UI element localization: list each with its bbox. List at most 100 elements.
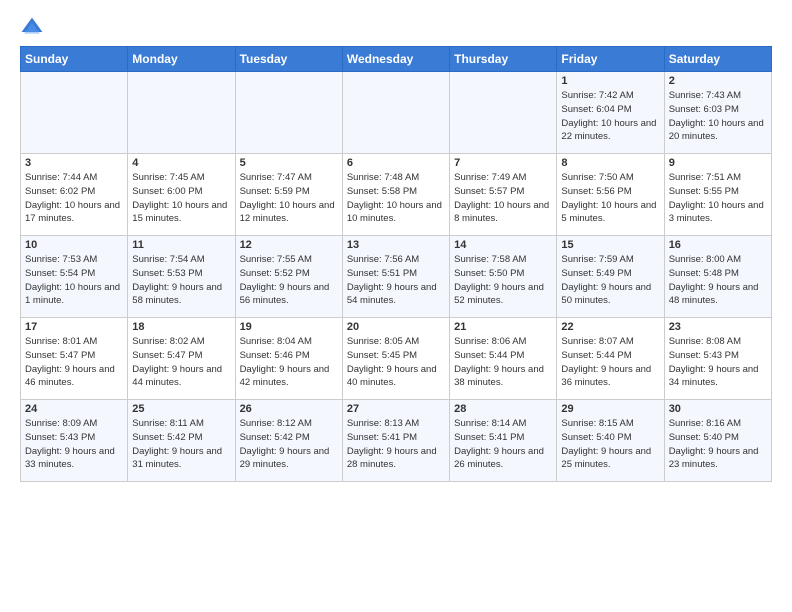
day-number: 11 <box>132 239 230 251</box>
day-info: Sunrise: 7:42 AM Sunset: 6:04 PM Dayligh… <box>561 89 659 144</box>
day-number: 22 <box>561 321 659 333</box>
calendar-cell <box>235 72 342 154</box>
calendar-cell: 23Sunrise: 8:08 AM Sunset: 5:43 PM Dayli… <box>664 318 771 400</box>
day-number: 18 <box>132 321 230 333</box>
calendar-cell: 1Sunrise: 7:42 AM Sunset: 6:04 PM Daylig… <box>557 72 664 154</box>
calendar-cell: 14 Sunrise: 7:58 AM Sunset: 5:50 PM Dayli… <box>450 236 557 318</box>
calendar-cell <box>128 72 235 154</box>
calendar-cell: 4 Sunrise: 7:45 AM Sunset: 6:00 PM Daylig… <box>128 154 235 236</box>
day-info: Sunrise: 7:54 AM Sunset: 5:53 PM Dayligh… <box>132 253 230 308</box>
week-row-1: 3 Sunrise: 7:44 AM Sunset: 6:02 PM Daylig… <box>21 154 772 236</box>
day-number: 25 <box>132 403 230 415</box>
day-info: Sunrise: 7:58 AM Sunset: 5:50 PM Dayligh… <box>454 253 552 308</box>
logo <box>20 16 48 40</box>
week-row-2: 10 Sunrise: 7:53 AM Sunset: 5:54 PM Dayli… <box>21 236 772 318</box>
calendar-cell: 9 Sunrise: 7:51 AM Sunset: 5:55 PM Daylig… <box>664 154 771 236</box>
calendar-cell: 24 Sunrise: 8:09 AM Sunset: 5:43 PM Dayli… <box>21 400 128 482</box>
page: SundayMondayTuesdayWednesdayThursdayFrid… <box>0 0 792 492</box>
day-info: Sunrise: 7:59 AM Sunset: 5:49 PM Dayligh… <box>561 253 659 308</box>
calendar-cell: 28Sunrise: 8:14 AM Sunset: 5:41 PM Dayli… <box>450 400 557 482</box>
day-number: 13 <box>347 239 445 251</box>
day-number: 29 <box>561 403 659 415</box>
day-number: 26 <box>240 403 338 415</box>
day-info: Sunrise: 7:55 AM Sunset: 5:52 PM Dayligh… <box>240 253 338 308</box>
day-info: Sunrise: 8:06 AM Sunset: 5:44 PM Dayligh… <box>454 335 552 390</box>
day-info: Sunrise: 7:50 AM Sunset: 5:56 PM Dayligh… <box>561 171 659 226</box>
calendar-cell: 27Sunrise: 8:13 AM Sunset: 5:41 PM Dayli… <box>342 400 449 482</box>
calendar-cell <box>342 72 449 154</box>
day-number: 23 <box>669 321 767 333</box>
header-thursday: Thursday <box>450 47 557 72</box>
calendar-cell: 10 Sunrise: 7:53 AM Sunset: 5:54 PM Dayli… <box>21 236 128 318</box>
calendar-cell: 26 Sunrise: 8:12 AM Sunset: 5:42 PM Dayli… <box>235 400 342 482</box>
day-number: 14 <box>454 239 552 251</box>
calendar-cell <box>450 72 557 154</box>
calendar-cell: 2Sunrise: 7:43 AM Sunset: 6:03 PM Daylig… <box>664 72 771 154</box>
calendar-cell: 5 Sunrise: 7:47 AM Sunset: 5:59 PM Daylig… <box>235 154 342 236</box>
day-number: 24 <box>25 403 123 415</box>
calendar-cell: 12 Sunrise: 7:55 AM Sunset: 5:52 PM Dayli… <box>235 236 342 318</box>
calendar-cell: 21 Sunrise: 8:06 AM Sunset: 5:44 PM Dayli… <box>450 318 557 400</box>
day-info: Sunrise: 8:16 AM Sunset: 5:40 PM Dayligh… <box>669 417 767 472</box>
day-info: Sunrise: 7:48 AM Sunset: 5:58 PM Dayligh… <box>347 171 445 226</box>
day-number: 3 <box>25 157 123 169</box>
day-info: Sunrise: 8:05 AM Sunset: 5:45 PM Dayligh… <box>347 335 445 390</box>
day-info: Sunrise: 8:02 AM Sunset: 5:47 PM Dayligh… <box>132 335 230 390</box>
day-info: Sunrise: 8:13 AM Sunset: 5:41 PM Dayligh… <box>347 417 445 472</box>
day-info: Sunrise: 7:45 AM Sunset: 6:00 PM Dayligh… <box>132 171 230 226</box>
calendar-cell: 20 Sunrise: 8:05 AM Sunset: 5:45 PM Dayli… <box>342 318 449 400</box>
day-number: 8 <box>561 157 659 169</box>
calendar-cell: 11 Sunrise: 7:54 AM Sunset: 5:53 PM Dayli… <box>128 236 235 318</box>
header <box>20 16 772 40</box>
calendar-cell: 30 Sunrise: 8:16 AM Sunset: 5:40 PM Dayli… <box>664 400 771 482</box>
day-info: Sunrise: 7:51 AM Sunset: 5:55 PM Dayligh… <box>669 171 767 226</box>
calendar-table: SundayMondayTuesdayWednesdayThursdayFrid… <box>20 46 772 482</box>
calendar-cell: 17 Sunrise: 8:01 AM Sunset: 5:47 PM Dayli… <box>21 318 128 400</box>
day-number: 4 <box>132 157 230 169</box>
header-wednesday: Wednesday <box>342 47 449 72</box>
calendar-cell: 16 Sunrise: 8:00 AM Sunset: 5:48 PM Dayli… <box>664 236 771 318</box>
calendar-cell: 29Sunrise: 8:15 AM Sunset: 5:40 PM Dayli… <box>557 400 664 482</box>
calendar-cell: 7Sunrise: 7:49 AM Sunset: 5:57 PM Daylig… <box>450 154 557 236</box>
day-info: Sunrise: 8:11 AM Sunset: 5:42 PM Dayligh… <box>132 417 230 472</box>
header-sunday: Sunday <box>21 47 128 72</box>
header-tuesday: Tuesday <box>235 47 342 72</box>
calendar-cell: 25 Sunrise: 8:11 AM Sunset: 5:42 PM Dayli… <box>128 400 235 482</box>
header-row: SundayMondayTuesdayWednesdayThursdayFrid… <box>21 47 772 72</box>
day-number: 9 <box>669 157 767 169</box>
day-number: 21 <box>454 321 552 333</box>
day-info: Sunrise: 8:12 AM Sunset: 5:42 PM Dayligh… <box>240 417 338 472</box>
day-info: Sunrise: 8:00 AM Sunset: 5:48 PM Dayligh… <box>669 253 767 308</box>
day-number: 12 <box>240 239 338 251</box>
header-friday: Friday <box>557 47 664 72</box>
day-info: Sunrise: 8:14 AM Sunset: 5:41 PM Dayligh… <box>454 417 552 472</box>
day-info: Sunrise: 8:09 AM Sunset: 5:43 PM Dayligh… <box>25 417 123 472</box>
calendar-cell: 3 Sunrise: 7:44 AM Sunset: 6:02 PM Daylig… <box>21 154 128 236</box>
calendar-cell: 6 Sunrise: 7:48 AM Sunset: 5:58 PM Daylig… <box>342 154 449 236</box>
day-number: 7 <box>454 157 552 169</box>
day-info: Sunrise: 7:53 AM Sunset: 5:54 PM Dayligh… <box>25 253 123 308</box>
calendar-cell: 13 Sunrise: 7:56 AM Sunset: 5:51 PM Dayli… <box>342 236 449 318</box>
day-info: Sunrise: 7:56 AM Sunset: 5:51 PM Dayligh… <box>347 253 445 308</box>
day-number: 10 <box>25 239 123 251</box>
week-row-4: 24 Sunrise: 8:09 AM Sunset: 5:43 PM Dayli… <box>21 400 772 482</box>
calendar-cell: 8 Sunrise: 7:50 AM Sunset: 5:56 PM Daylig… <box>557 154 664 236</box>
calendar-cell: 15 Sunrise: 7:59 AM Sunset: 5:49 PM Dayli… <box>557 236 664 318</box>
logo-icon <box>20 16 44 40</box>
week-row-3: 17 Sunrise: 8:01 AM Sunset: 5:47 PM Dayli… <box>21 318 772 400</box>
day-number: 17 <box>25 321 123 333</box>
day-info: Sunrise: 8:07 AM Sunset: 5:44 PM Dayligh… <box>561 335 659 390</box>
day-info: Sunrise: 8:04 AM Sunset: 5:46 PM Dayligh… <box>240 335 338 390</box>
day-number: 19 <box>240 321 338 333</box>
day-info: Sunrise: 7:47 AM Sunset: 5:59 PM Dayligh… <box>240 171 338 226</box>
day-number: 6 <box>347 157 445 169</box>
day-info: Sunrise: 7:44 AM Sunset: 6:02 PM Dayligh… <box>25 171 123 226</box>
calendar-cell <box>21 72 128 154</box>
header-monday: Monday <box>128 47 235 72</box>
day-number: 30 <box>669 403 767 415</box>
day-number: 5 <box>240 157 338 169</box>
day-number: 20 <box>347 321 445 333</box>
day-number: 15 <box>561 239 659 251</box>
day-number: 16 <box>669 239 767 251</box>
day-info: Sunrise: 8:01 AM Sunset: 5:47 PM Dayligh… <box>25 335 123 390</box>
